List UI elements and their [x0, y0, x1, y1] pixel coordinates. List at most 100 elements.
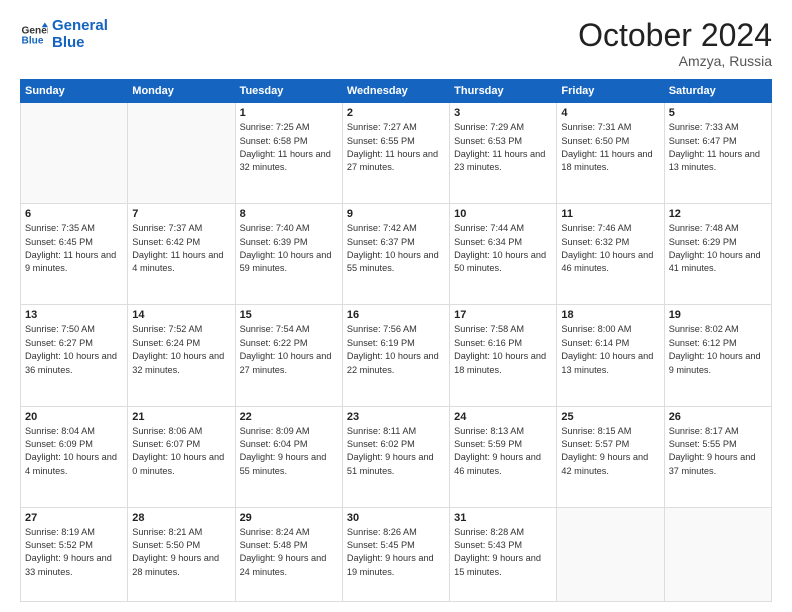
- calendar-cell: 7Sunrise: 7:37 AMSunset: 6:42 PMDaylight…: [128, 204, 235, 305]
- day-info: Sunrise: 7:58 AMSunset: 6:16 PMDaylight:…: [454, 323, 552, 376]
- day-number: 18: [561, 309, 659, 321]
- calendar-cell: 17 Sunrise: 7:58 AMSunset: 6:16 PMDayligh…: [450, 305, 557, 406]
- day-info: Sunrise: 7:31 AMSunset: 6:50 PMDaylight:…: [561, 121, 659, 174]
- day-number: 26: [669, 411, 767, 423]
- day-number: 2: [347, 107, 445, 119]
- calendar-week-4: 20Sunrise: 8:04 AMSunset: 6:09 PMDayligh…: [21, 406, 772, 507]
- svg-text:Blue: Blue: [22, 35, 44, 46]
- day-number: 28: [132, 512, 230, 524]
- col-monday: Monday: [128, 80, 235, 103]
- day-number: 21: [132, 411, 230, 423]
- day-number: 10: [454, 208, 552, 220]
- calendar-cell: 12 Sunrise: 7:48 AMSunset: 6:29 PMDayligh…: [664, 204, 771, 305]
- col-wednesday: Wednesday: [342, 80, 449, 103]
- col-saturday: Saturday: [664, 80, 771, 103]
- calendar-cell: 25 Sunrise: 8:15 AMSunset: 5:57 PMDayligh…: [557, 406, 664, 507]
- day-info: Sunrise: 8:17 AMSunset: 5:55 PMDaylight:…: [669, 425, 767, 478]
- calendar-week-1: 1 Sunrise: 7:25 AMSunset: 6:58 PMDaylight…: [21, 103, 772, 204]
- calendar-cell: [21, 103, 128, 204]
- calendar-cell: 16 Sunrise: 7:56 AMSunset: 6:19 PMDayligh…: [342, 305, 449, 406]
- calendar-cell: 5Sunrise: 7:33 AMSunset: 6:47 PMDaylight…: [664, 103, 771, 204]
- calendar-header-row: Sunday Monday Tuesday Wednesday Thursday…: [21, 80, 772, 103]
- calendar-cell: 27Sunrise: 8:19 AMSunset: 5:52 PMDayligh…: [21, 507, 128, 601]
- logo-text: GeneralBlue: [52, 18, 108, 51]
- calendar-cell: 23 Sunrise: 8:11 AMSunset: 6:02 PMDayligh…: [342, 406, 449, 507]
- day-info: Sunrise: 8:09 AMSunset: 6:04 PMDaylight:…: [240, 425, 338, 478]
- calendar-cell: 21Sunrise: 8:06 AMSunset: 6:07 PMDayligh…: [128, 406, 235, 507]
- col-tuesday: Tuesday: [235, 80, 342, 103]
- day-number: 29: [240, 512, 338, 524]
- col-friday: Friday: [557, 80, 664, 103]
- calendar-cell: 19 Sunrise: 8:02 AMSunset: 6:12 PMDayligh…: [664, 305, 771, 406]
- col-sunday: Sunday: [21, 80, 128, 103]
- calendar-cell: [664, 507, 771, 601]
- calendar-cell: 28Sunrise: 8:21 AMSunset: 5:50 PMDayligh…: [128, 507, 235, 601]
- day-info: Sunrise: 8:15 AMSunset: 5:57 PMDaylight:…: [561, 425, 659, 478]
- calendar-cell: 6Sunrise: 7:35 AMSunset: 6:45 PMDaylight…: [21, 204, 128, 305]
- day-info: Sunrise: 8:24 AMSunset: 5:48 PMDaylight:…: [240, 526, 338, 579]
- calendar-week-2: 6Sunrise: 7:35 AMSunset: 6:45 PMDaylight…: [21, 204, 772, 305]
- day-info: Sunrise: 7:42 AMSunset: 6:37 PMDaylight:…: [347, 222, 445, 275]
- day-info: Sunrise: 8:28 AMSunset: 5:43 PMDaylight:…: [454, 526, 552, 579]
- calendar-cell: 15 Sunrise: 7:54 AMSunset: 6:22 PMDayligh…: [235, 305, 342, 406]
- day-number: 19: [669, 309, 767, 321]
- calendar-cell: 24 Sunrise: 8:13 AMSunset: 5:59 PMDayligh…: [450, 406, 557, 507]
- day-number: 3: [454, 107, 552, 119]
- calendar-table: Sunday Monday Tuesday Wednesday Thursday…: [20, 79, 772, 602]
- calendar-cell: 4 Sunrise: 7:31 AMSunset: 6:50 PMDaylight…: [557, 103, 664, 204]
- calendar-cell: 2Sunrise: 7:27 AMSunset: 6:55 PMDaylight…: [342, 103, 449, 204]
- calendar-week-5: 27Sunrise: 8:19 AMSunset: 5:52 PMDayligh…: [21, 507, 772, 601]
- day-info: Sunrise: 7:48 AMSunset: 6:29 PMDaylight:…: [669, 222, 767, 275]
- calendar-cell: 20Sunrise: 8:04 AMSunset: 6:09 PMDayligh…: [21, 406, 128, 507]
- day-number: 13: [25, 309, 123, 321]
- day-info: Sunrise: 7:40 AMSunset: 6:39 PMDaylight:…: [240, 222, 338, 275]
- day-number: 30: [347, 512, 445, 524]
- calendar-week-3: 13Sunrise: 7:50 AMSunset: 6:27 PMDayligh…: [21, 305, 772, 406]
- day-info: Sunrise: 8:02 AMSunset: 6:12 PMDaylight:…: [669, 323, 767, 376]
- day-number: 1: [240, 107, 338, 119]
- day-number: 20: [25, 411, 123, 423]
- logo: General Blue GeneralBlue: [20, 18, 108, 51]
- calendar-cell: 1 Sunrise: 7:25 AMSunset: 6:58 PMDaylight…: [235, 103, 342, 204]
- day-info: Sunrise: 7:54 AMSunset: 6:22 PMDaylight:…: [240, 323, 338, 376]
- day-number: 24: [454, 411, 552, 423]
- day-number: 15: [240, 309, 338, 321]
- day-number: 14: [132, 309, 230, 321]
- day-info: Sunrise: 8:00 AMSunset: 6:14 PMDaylight:…: [561, 323, 659, 376]
- day-number: 25: [561, 411, 659, 423]
- day-info: Sunrise: 7:46 AMSunset: 6:32 PMDaylight:…: [561, 222, 659, 275]
- day-number: 12: [669, 208, 767, 220]
- day-number: 17: [454, 309, 552, 321]
- calendar-cell: 26 Sunrise: 8:17 AMSunset: 5:55 PMDayligh…: [664, 406, 771, 507]
- day-number: 11: [561, 208, 659, 220]
- day-number: 31: [454, 512, 552, 524]
- day-info: Sunrise: 7:35 AMSunset: 6:45 PMDaylight:…: [25, 222, 123, 275]
- col-thursday: Thursday: [450, 80, 557, 103]
- calendar-cell: 14 Sunrise: 7:52 AMSunset: 6:24 PMDayligh…: [128, 305, 235, 406]
- calendar-cell: 31 Sunrise: 8:28 AMSunset: 5:43 PMDayligh…: [450, 507, 557, 601]
- day-number: 9: [347, 208, 445, 220]
- calendar-cell: 8Sunrise: 7:40 AMSunset: 6:39 PMDaylight…: [235, 204, 342, 305]
- day-info: Sunrise: 7:44 AMSunset: 6:34 PMDaylight:…: [454, 222, 552, 275]
- day-number: 23: [347, 411, 445, 423]
- day-info: Sunrise: 7:56 AMSunset: 6:19 PMDaylight:…: [347, 323, 445, 376]
- logo-icon: General Blue: [20, 21, 48, 49]
- calendar-cell: 29 Sunrise: 8:24 AMSunset: 5:48 PMDayligh…: [235, 507, 342, 601]
- calendar-cell: 30Sunrise: 8:26 AMSunset: 5:45 PMDayligh…: [342, 507, 449, 601]
- day-info: Sunrise: 7:37 AMSunset: 6:42 PMDaylight:…: [132, 222, 230, 275]
- calendar-cell: 22 Sunrise: 8:09 AMSunset: 6:04 PMDayligh…: [235, 406, 342, 507]
- day-info: Sunrise: 7:52 AMSunset: 6:24 PMDaylight:…: [132, 323, 230, 376]
- calendar-cell: 13Sunrise: 7:50 AMSunset: 6:27 PMDayligh…: [21, 305, 128, 406]
- calendar-cell: [128, 103, 235, 204]
- day-info: Sunrise: 7:25 AMSunset: 6:58 PMDaylight:…: [240, 121, 338, 174]
- calendar-cell: 3Sunrise: 7:29 AMSunset: 6:53 PMDaylight…: [450, 103, 557, 204]
- day-number: 5: [669, 107, 767, 119]
- day-number: 22: [240, 411, 338, 423]
- day-number: 4: [561, 107, 659, 119]
- day-info: Sunrise: 8:13 AMSunset: 5:59 PMDaylight:…: [454, 425, 552, 478]
- calendar-cell: 18 Sunrise: 8:00 AMSunset: 6:14 PMDayligh…: [557, 305, 664, 406]
- title-block: October 2024 Amzya, Russia: [578, 18, 772, 69]
- day-number: 16: [347, 309, 445, 321]
- day-info: Sunrise: 8:11 AMSunset: 6:02 PMDaylight:…: [347, 425, 445, 478]
- location: Amzya, Russia: [578, 53, 772, 69]
